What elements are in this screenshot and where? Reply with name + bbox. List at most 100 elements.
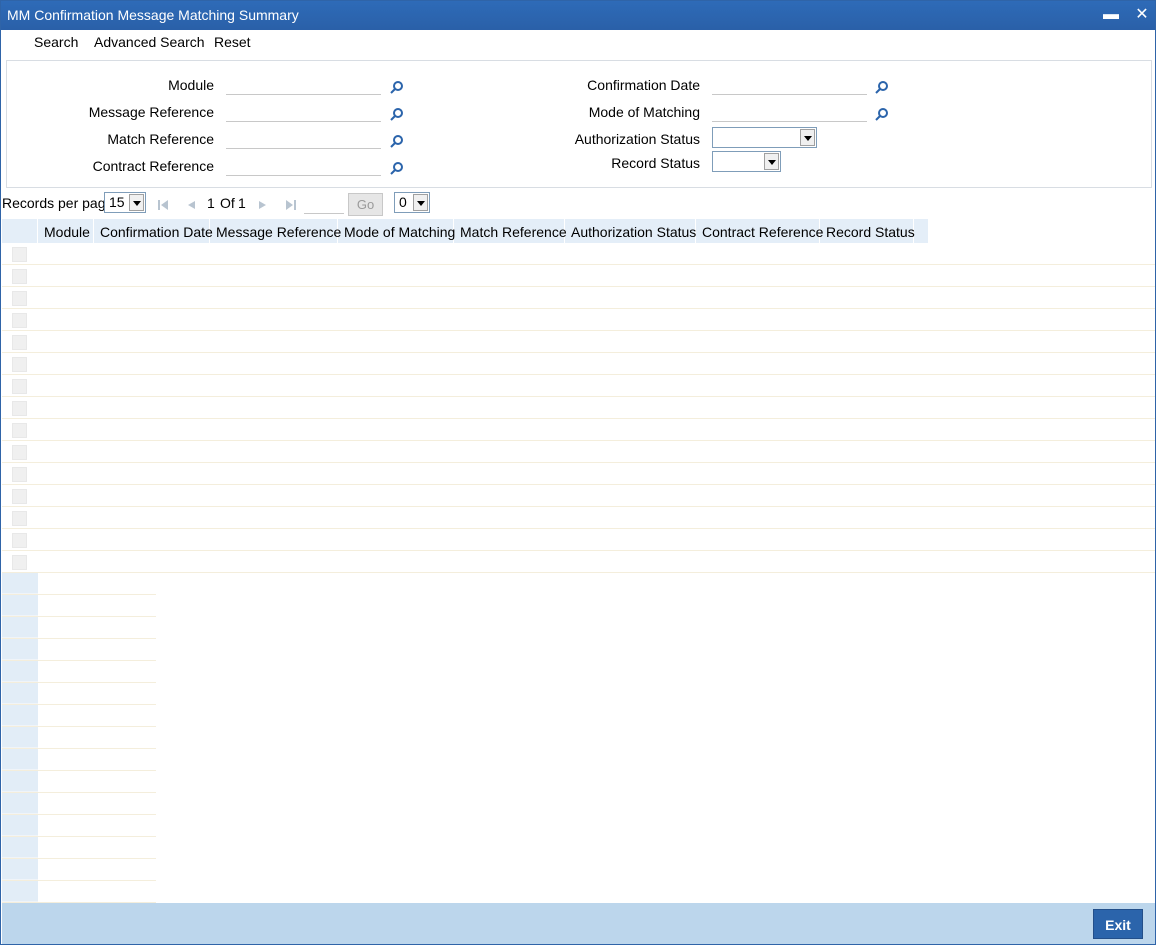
table-row[interactable] [2, 243, 1155, 265]
message-reference-input[interactable] [226, 102, 381, 122]
pagination-bar: Records per page 15 1 Of 1 Go 0 [1, 189, 1155, 219]
contract-reference-lookup-icon[interactable] [390, 161, 404, 175]
search-button[interactable]: Search [34, 34, 78, 50]
records-per-page-select[interactable]: 15 [104, 192, 146, 213]
table-row[interactable] [2, 331, 1155, 353]
next-page-icon[interactable] [257, 199, 269, 211]
mode-of-matching-lookup-icon[interactable] [875, 107, 889, 121]
table-row[interactable] [2, 485, 1155, 507]
row-selector-cell [2, 573, 38, 594]
row-selector-cell [2, 639, 38, 660]
match-reference-lookup-icon[interactable] [390, 134, 404, 148]
table-row [2, 837, 156, 859]
confirmation-date-lookup-icon[interactable] [875, 80, 889, 94]
table-row[interactable] [2, 265, 1155, 287]
row-checkbox[interactable] [12, 511, 27, 526]
row-checkbox[interactable] [12, 489, 27, 504]
window-title: MM Confirmation Message Matching Summary [7, 7, 299, 23]
previous-page-icon[interactable] [185, 199, 197, 211]
authorization-status-select[interactable] [712, 127, 817, 148]
confirmation-date-input[interactable] [712, 75, 867, 95]
table-row[interactable] [2, 397, 1155, 419]
module-lookup-icon[interactable] [390, 80, 404, 94]
module-input[interactable] [226, 75, 381, 95]
row-selector-cell [2, 617, 38, 638]
table-row[interactable] [2, 287, 1155, 309]
row-checkbox[interactable] [12, 423, 27, 438]
match-reference-input[interactable] [226, 129, 381, 149]
first-page-icon[interactable] [157, 199, 169, 211]
table-row[interactable] [2, 375, 1155, 397]
row-selector-cell [2, 749, 38, 770]
record-status-select[interactable] [712, 151, 781, 172]
table-row [2, 881, 156, 903]
table-row [2, 749, 156, 771]
table-row[interactable] [2, 419, 1155, 441]
go-button[interactable]: Go [348, 193, 383, 216]
column-header-authorization-status[interactable]: Authorization Status [565, 219, 696, 243]
toolbar: Search Advanced Search Reset [2, 30, 1155, 57]
table-row [2, 683, 156, 705]
exit-button[interactable]: Exit [1093, 909, 1143, 939]
row-checkbox[interactable] [12, 401, 27, 416]
select-all-header[interactable] [2, 219, 38, 243]
mode-of-matching-label: Mode of Matching [588, 104, 700, 120]
row-checkbox[interactable] [12, 379, 27, 394]
close-icon[interactable]: ✕ [1132, 1, 1152, 29]
table-row[interactable] [2, 529, 1155, 551]
advanced-search-button[interactable]: Advanced Search [94, 34, 205, 50]
chevron-down-icon [413, 194, 428, 211]
total-pages: 1 [238, 195, 246, 211]
column-header-confirmation-date[interactable]: Confirmation Date [94, 219, 213, 243]
records-per-page-value: 15 [109, 194, 125, 210]
row-checkbox[interactable] [12, 445, 27, 460]
table-row [2, 573, 156, 595]
authorization-status-label: Authorization Status [574, 131, 700, 147]
current-page: 1 [207, 195, 215, 211]
record-status-label: Record Status [611, 155, 700, 171]
table-row[interactable] [2, 463, 1155, 485]
table-row [2, 727, 156, 749]
column-header-record-status[interactable]: Record Status [820, 219, 915, 243]
column-header-mode-of-matching[interactable]: Mode of Matching [338, 219, 455, 243]
table-row[interactable] [2, 353, 1155, 375]
summary-window: MM Confirmation Message Matching Summary… [0, 0, 1156, 945]
table-row [2, 815, 156, 837]
match-reference-label: Match Reference [107, 131, 214, 147]
row-checkbox[interactable] [12, 269, 27, 284]
row-checkbox[interactable] [12, 533, 27, 548]
reset-button[interactable]: Reset [214, 34, 251, 50]
last-page-icon[interactable] [285, 199, 297, 211]
table-row[interactable] [2, 551, 1155, 573]
column-header-message-reference[interactable]: Message Reference [210, 219, 341, 243]
column-header-module[interactable]: Module [38, 219, 94, 243]
table-row[interactable] [2, 441, 1155, 463]
row-checkbox[interactable] [12, 247, 27, 262]
page-select-value: 0 [399, 194, 407, 210]
row-checkbox[interactable] [12, 357, 27, 372]
row-checkbox[interactable] [12, 467, 27, 482]
contract-reference-input[interactable] [226, 156, 381, 176]
grid-header: Module Confirmation Date Message Referen… [2, 219, 928, 243]
mode-of-matching-input[interactable] [712, 102, 867, 122]
column-header-match-reference[interactable]: Match Reference [454, 219, 567, 243]
table-row[interactable] [2, 309, 1155, 331]
minimize-icon[interactable]: ▬ [1101, 1, 1121, 29]
page-select[interactable]: 0 [394, 192, 430, 213]
row-checkbox[interactable] [12, 335, 27, 350]
row-checkbox[interactable] [12, 313, 27, 328]
table-row [2, 705, 156, 727]
row-selector-cell [2, 771, 38, 792]
of-label: Of [220, 195, 235, 211]
message-reference-label: Message Reference [88, 104, 214, 120]
search-criteria-panel: Module Message Reference Match Reference… [6, 60, 1152, 188]
row-selector-cell [2, 815, 38, 836]
table-row[interactable] [2, 507, 1155, 529]
row-selector-cell [2, 683, 38, 704]
message-reference-lookup-icon[interactable] [390, 107, 404, 121]
goto-page-input[interactable] [304, 193, 344, 214]
table-row [2, 859, 156, 881]
column-header-contract-reference[interactable]: Contract Reference [696, 219, 823, 243]
row-checkbox[interactable] [12, 555, 27, 570]
row-checkbox[interactable] [12, 291, 27, 306]
